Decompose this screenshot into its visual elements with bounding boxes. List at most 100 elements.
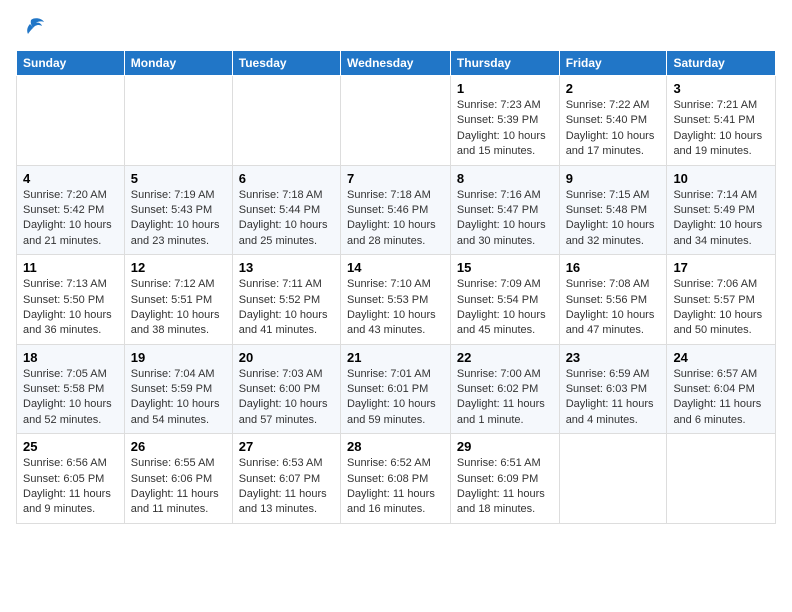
calendar-cell: 21 Sunrise: 7:01 AMSunset: 6:01 PMDayligh…	[340, 344, 450, 434]
day-of-week-header: Thursday	[450, 51, 559, 76]
day-info: Sunrise: 6:51 AMSunset: 6:09 PMDaylight:…	[457, 456, 553, 518]
calendar-cell: 15 Sunrise: 7:09 AMSunset: 5:54 PMDayligh…	[450, 255, 559, 345]
calendar-cell: 7 Sunrise: 7:18 AMSunset: 5:46 PMDaylight…	[340, 165, 450, 255]
day-info: Sunrise: 7:14 AMSunset: 5:49 PMDaylight:…	[673, 188, 769, 250]
day-info: Sunrise: 7:04 AMSunset: 5:59 PMDaylight:…	[131, 367, 226, 429]
day-number: 23	[566, 350, 661, 365]
day-info: Sunrise: 6:56 AMSunset: 6:05 PMDaylight:…	[23, 456, 118, 518]
day-number: 13	[239, 260, 334, 275]
calendar-cell: 26Sunrise: 6:55 AMSunset: 6:06 PMDayligh…	[124, 434, 232, 524]
day-info: Sunrise: 7:23 AMSunset: 5:39 PMDaylight:…	[457, 98, 553, 160]
day-number: 1	[457, 81, 553, 96]
day-number: 22	[457, 350, 553, 365]
calendar-cell: 5Sunrise: 7:19 AMSunset: 5:43 PMDaylight…	[124, 165, 232, 255]
day-info: Sunrise: 6:57 AMSunset: 6:04 PMDaylight:…	[673, 367, 769, 429]
calendar-cell: 24 Sunrise: 6:57 AMSunset: 6:04 PMDayligh…	[667, 344, 776, 434]
day-info: Sunrise: 7:20 AMSunset: 5:42 PMDaylight:…	[23, 188, 118, 250]
day-number: 16	[566, 260, 661, 275]
day-number: 11	[23, 260, 118, 275]
day-info: Sunrise: 7:10 AMSunset: 5:53 PMDaylight:…	[347, 277, 444, 339]
day-of-week-header: Monday	[124, 51, 232, 76]
calendar-cell: 2 Sunrise: 7:22 AMSunset: 5:40 PMDaylight…	[559, 76, 667, 166]
calendar-cell: 14 Sunrise: 7:10 AMSunset: 5:53 PMDayligh…	[340, 255, 450, 345]
day-number: 15	[457, 260, 553, 275]
day-number: 19	[131, 350, 226, 365]
calendar-week-row: 18 Sunrise: 7:05 AMSunset: 5:58 PMDayligh…	[17, 344, 776, 434]
calendar-cell: 28 Sunrise: 6:52 AMSunset: 6:08 PMDayligh…	[340, 434, 450, 524]
day-number: 12	[131, 260, 226, 275]
calendar-cell: 22 Sunrise: 7:00 AMSunset: 6:02 PMDayligh…	[450, 344, 559, 434]
day-number: 26	[131, 439, 226, 454]
day-of-week-header: Wednesday	[340, 51, 450, 76]
day-info: Sunrise: 7:13 AMSunset: 5:50 PMDaylight:…	[23, 277, 118, 339]
calendar-week-row: 4 Sunrise: 7:20 AMSunset: 5:42 PMDaylight…	[17, 165, 776, 255]
day-info: Sunrise: 7:09 AMSunset: 5:54 PMDaylight:…	[457, 277, 553, 339]
calendar-cell: 17Sunrise: 7:06 AMSunset: 5:57 PMDayligh…	[667, 255, 776, 345]
day-info: Sunrise: 7:03 AMSunset: 6:00 PMDaylight:…	[239, 367, 334, 429]
day-number: 27	[239, 439, 334, 454]
day-number: 4	[23, 171, 118, 186]
calendar-cell: 10 Sunrise: 7:14 AMSunset: 5:49 PMDayligh…	[667, 165, 776, 255]
calendar-cell	[232, 76, 340, 166]
logo	[16, 16, 50, 40]
calendar-cell: 29 Sunrise: 6:51 AMSunset: 6:09 PMDayligh…	[450, 434, 559, 524]
page-header	[16, 16, 776, 40]
calendar-cell: 25 Sunrise: 6:56 AMSunset: 6:05 PMDayligh…	[17, 434, 125, 524]
calendar-cell: 20 Sunrise: 7:03 AMSunset: 6:00 PMDayligh…	[232, 344, 340, 434]
day-number: 7	[347, 171, 444, 186]
calendar-cell: 6Sunrise: 7:18 AMSunset: 5:44 PMDaylight…	[232, 165, 340, 255]
calendar-cell: 8Sunrise: 7:16 AMSunset: 5:47 PMDaylight…	[450, 165, 559, 255]
calendar-cell: 13 Sunrise: 7:11 AMSunset: 5:52 PMDayligh…	[232, 255, 340, 345]
day-number: 25	[23, 439, 118, 454]
calendar-week-row: 1 Sunrise: 7:23 AMSunset: 5:39 PMDaylight…	[17, 76, 776, 166]
day-number: 18	[23, 350, 118, 365]
day-number: 14	[347, 260, 444, 275]
day-info: Sunrise: 7:01 AMSunset: 6:01 PMDaylight:…	[347, 367, 444, 429]
calendar-cell	[559, 434, 667, 524]
day-info: Sunrise: 7:15 AMSunset: 5:48 PMDaylight:…	[566, 188, 661, 250]
day-number: 10	[673, 171, 769, 186]
calendar-cell: 3 Sunrise: 7:21 AMSunset: 5:41 PMDaylight…	[667, 76, 776, 166]
calendar-week-row: 25 Sunrise: 6:56 AMSunset: 6:05 PMDayligh…	[17, 434, 776, 524]
calendar-cell	[124, 76, 232, 166]
day-info: Sunrise: 7:22 AMSunset: 5:40 PMDaylight:…	[566, 98, 661, 160]
day-info: Sunrise: 7:18 AMSunset: 5:44 PMDaylight:…	[239, 188, 334, 250]
logo-bird-icon	[16, 16, 46, 40]
day-info: Sunrise: 7:11 AMSunset: 5:52 PMDaylight:…	[239, 277, 334, 339]
day-info: Sunrise: 7:21 AMSunset: 5:41 PMDaylight:…	[673, 98, 769, 160]
day-number: 29	[457, 439, 553, 454]
day-info: Sunrise: 6:59 AMSunset: 6:03 PMDaylight:…	[566, 367, 661, 429]
day-info: Sunrise: 7:05 AMSunset: 5:58 PMDaylight:…	[23, 367, 118, 429]
day-number: 5	[131, 171, 226, 186]
day-number: 3	[673, 81, 769, 96]
day-of-week-header: Saturday	[667, 51, 776, 76]
day-number: 28	[347, 439, 444, 454]
calendar-table: SundayMondayTuesdayWednesdayThursdayFrid…	[16, 50, 776, 524]
day-info: Sunrise: 7:16 AMSunset: 5:47 PMDaylight:…	[457, 188, 553, 250]
day-info: Sunrise: 6:52 AMSunset: 6:08 PMDaylight:…	[347, 456, 444, 518]
day-info: Sunrise: 7:08 AMSunset: 5:56 PMDaylight:…	[566, 277, 661, 339]
calendar-cell: 16 Sunrise: 7:08 AMSunset: 5:56 PMDayligh…	[559, 255, 667, 345]
day-number: 21	[347, 350, 444, 365]
calendar-cell: 19 Sunrise: 7:04 AMSunset: 5:59 PMDayligh…	[124, 344, 232, 434]
calendar-cell	[340, 76, 450, 166]
day-info: Sunrise: 7:18 AMSunset: 5:46 PMDaylight:…	[347, 188, 444, 250]
day-info: Sunrise: 6:53 AMSunset: 6:07 PMDaylight:…	[239, 456, 334, 518]
day-of-week-header: Tuesday	[232, 51, 340, 76]
day-number: 2	[566, 81, 661, 96]
day-number: 24	[673, 350, 769, 365]
calendar-cell: 9Sunrise: 7:15 AMSunset: 5:48 PMDaylight…	[559, 165, 667, 255]
day-info: Sunrise: 7:12 AMSunset: 5:51 PMDaylight:…	[131, 277, 226, 339]
calendar-cell: 18 Sunrise: 7:05 AMSunset: 5:58 PMDayligh…	[17, 344, 125, 434]
calendar-cell: 12 Sunrise: 7:12 AMSunset: 5:51 PMDayligh…	[124, 255, 232, 345]
calendar-week-row: 11 Sunrise: 7:13 AMSunset: 5:50 PMDayligh…	[17, 255, 776, 345]
calendar-header-row: SundayMondayTuesdayWednesdayThursdayFrid…	[17, 51, 776, 76]
calendar-cell: 1 Sunrise: 7:23 AMSunset: 5:39 PMDaylight…	[450, 76, 559, 166]
day-number: 17	[673, 260, 769, 275]
day-number: 20	[239, 350, 334, 365]
calendar-cell: 27 Sunrise: 6:53 AMSunset: 6:07 PMDayligh…	[232, 434, 340, 524]
calendar-cell: 11 Sunrise: 7:13 AMSunset: 5:50 PMDayligh…	[17, 255, 125, 345]
day-of-week-header: Friday	[559, 51, 667, 76]
calendar-cell	[17, 76, 125, 166]
day-info: Sunrise: 7:00 AMSunset: 6:02 PMDaylight:…	[457, 367, 553, 429]
